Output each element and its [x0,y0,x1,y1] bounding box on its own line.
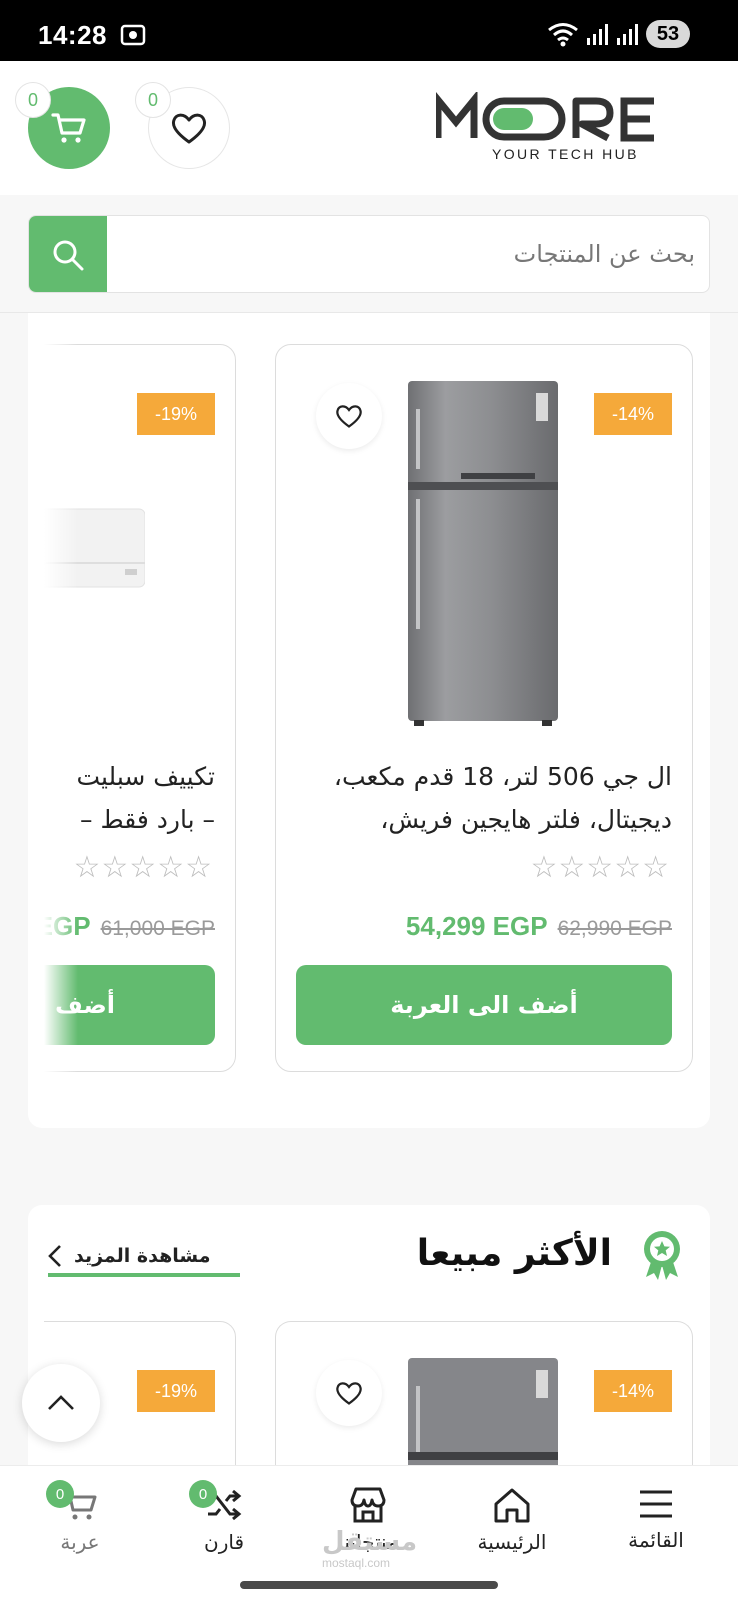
nav-label: قارن [204,1530,244,1554]
product-title-line[interactable]: ديجيتال، فلتر هايجين فريش، [380,798,672,841]
see-more-label: مشاهدة المزيد [74,1245,211,1267]
battery-indicator: 53 [646,20,690,48]
screen-record-icon [120,24,146,46]
discount-badge: -14% [594,1370,672,1412]
wishlist-toggle-button[interactable] [316,383,382,449]
price-row: 54,299 EGP 62,990 EGP [406,911,672,942]
original-price: 61,000 EGP [100,917,215,940]
status-time: 14:28 [38,20,107,50]
cart-count-badge: 0 [46,1480,74,1508]
logo-tagline: YOUR TECH HUB [492,146,639,162]
search-input[interactable] [115,216,695,292]
cart-count-badge: 0 [15,82,51,118]
wishlist-count-badge: 0 [135,82,171,118]
wifi-icon [548,23,578,47]
heart-icon [336,1382,362,1405]
nav-item-cart[interactable]: عربة [10,1486,150,1554]
wishlist-toggle-button[interactable] [316,1360,382,1426]
search-button[interactable] [29,216,107,292]
discount-badge: -14% [594,393,672,435]
product-title-line[interactable]: – بارد فقط – [80,798,215,841]
award-icon [644,1231,680,1280]
original-price: 62,990 EGP [557,917,672,940]
product-card[interactable]: -14% [275,1321,693,1465]
nav-item-home[interactable]: الرئيسية [442,1486,582,1554]
compare-count-badge: 0 [189,1480,217,1508]
watermark-url: mostaql.com [322,1556,391,1570]
discount-badge: -19% [137,393,215,435]
home-icon [494,1488,530,1523]
status-bar: 14:28 53 [0,0,738,61]
discount-badge: -19% [137,1370,215,1412]
carousel-fade [44,344,78,1072]
product-title-line[interactable]: ال جي 506 لتر، 18 قدم مكعب، [334,755,672,798]
product-image-fridge[interactable] [406,379,560,729]
menu-icon [640,1490,672,1518]
sale-price: 54,299 EGP [405,911,548,941]
heart-icon [336,405,362,428]
chevron-up-icon [48,1395,74,1410]
search-bar [28,215,710,293]
nav-item-compare[interactable]: قارن [154,1486,294,1554]
rating-stars: ☆☆☆☆☆ [73,850,213,885]
product-title-line[interactable]: تكييف سبليت [76,755,215,798]
product-image-fridge[interactable] [406,1356,560,1465]
see-more-link[interactable]: مشاهدة المزيد [48,1239,240,1277]
search-icon [53,240,84,271]
product-card[interactable]: -14% ال جي 506 لتر، 18 قدم مكعب، ديجيتال… [275,344,693,1072]
chevron-left-icon [48,1245,61,1267]
watermark: مستقل [322,1527,418,1557]
store-icon [350,1487,386,1523]
section-title: الأكثر مبيعا [416,1233,612,1274]
nav-item-menu[interactable]: القائمة [586,1486,726,1552]
signal-icon-2 [617,24,638,45]
nav-label: عربة [60,1530,100,1554]
add-to-cart-button[interactable]: أضف الى العربة [296,965,672,1045]
heart-icon [171,113,207,144]
product-card-clip: -19% تكييف سبليت – بارد فقط – ☆☆☆☆☆ EGP … [44,344,236,1072]
status-icons: 53 [546,20,690,48]
nav-label: القائمة [628,1528,684,1552]
home-indicator [240,1581,498,1589]
rating-stars: ☆☆☆☆☆ [530,850,670,885]
cart-icon [51,113,86,143]
scroll-to-top-button[interactable] [22,1364,100,1442]
signal-icon [587,24,608,45]
nav-label: الرئيسية [477,1530,547,1554]
